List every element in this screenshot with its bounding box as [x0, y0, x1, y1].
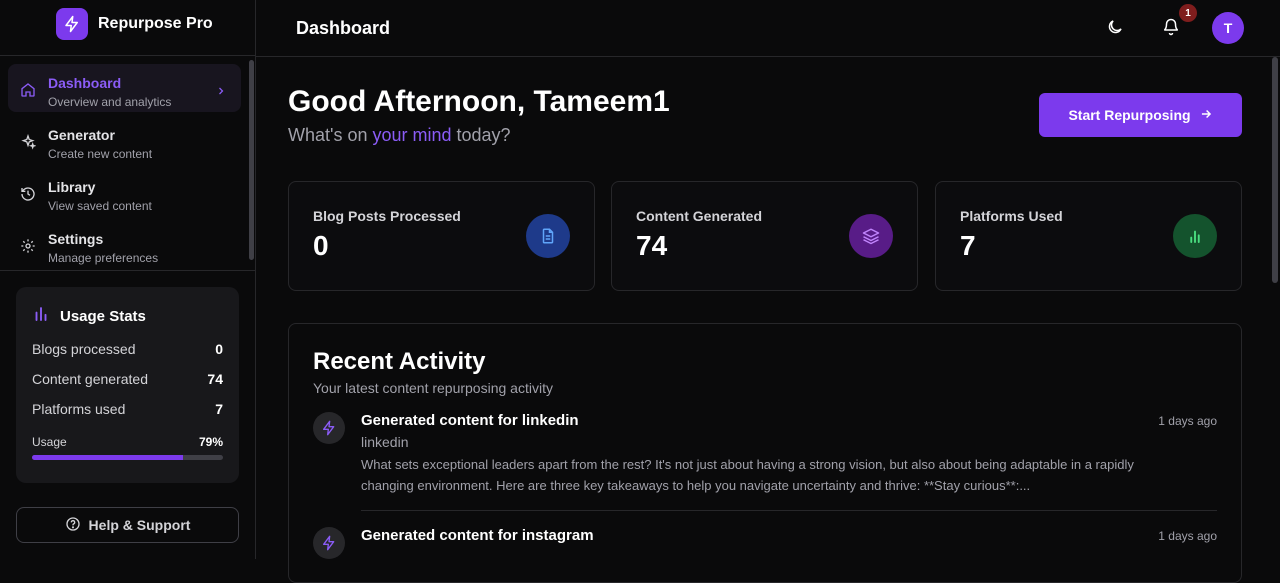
usage-label: Usage — [32, 435, 67, 449]
greeting-sub-highlight: your mind — [372, 125, 452, 145]
sidebar-scrollbar[interactable] — [249, 60, 254, 260]
chevron-right-icon — [215, 84, 227, 102]
brand[interactable]: Repurpose Pro — [0, 0, 255, 56]
usage-row-label: Platforms used — [32, 401, 126, 417]
recent-activity-card: Recent Activity Your latest content repu… — [288, 323, 1242, 583]
bolt-icon — [313, 412, 345, 444]
sidebar-item-dashboard[interactable]: Dashboard Overview and analytics — [8, 64, 241, 112]
usage-row: Blogs processed 0 — [32, 341, 223, 357]
usage-row-label: Blogs processed — [32, 341, 136, 357]
sparkles-icon — [20, 133, 37, 150]
usage-row-value: 7 — [215, 401, 223, 417]
activity-title: Generated content for instagram — [361, 527, 594, 544]
bar-chart-icon — [1173, 214, 1217, 258]
activity-time: 1 days ago — [1158, 414, 1217, 428]
recent-activity-subtitle: Your latest content repurposing activity — [313, 380, 553, 396]
greeting-subtitle: What's on your mind today? — [288, 125, 511, 146]
usage-row-label: Content generated — [32, 371, 148, 387]
greeting-sub-before: What's on — [288, 125, 373, 145]
start-repurposing-button[interactable]: Start Repurposing — [1039, 93, 1242, 137]
activity-description: What sets exceptional leaders apart from… — [361, 457, 1134, 493]
activity-item[interactable]: Generated content for instagram 1 days a… — [313, 527, 1217, 559]
cta-label: Start Repurposing — [1068, 107, 1191, 123]
usage-row-value: 0 — [215, 341, 223, 357]
help-circle-icon — [65, 516, 81, 535]
stat-card-content-generated: Content Generated 74 — [611, 181, 918, 291]
stat-card-blog-posts: Blog Posts Processed 0 — [288, 181, 595, 291]
usage-stats-card: Usage Stats Blogs processed 0 Content ge… — [16, 287, 239, 483]
activity-title: Generated content for linkedin — [361, 412, 579, 429]
recent-activity-title: Recent Activity — [313, 348, 486, 375]
sidebar-item-label: Settings — [48, 231, 104, 247]
sidebar-nav: Dashboard Overview and analytics Generat… — [8, 64, 241, 272]
sidebar-item-settings[interactable]: Settings Manage preferences — [8, 220, 241, 268]
document-icon — [526, 214, 570, 258]
usage-progress-bar — [32, 455, 223, 460]
sidebar-item-sub: View saved content — [48, 199, 152, 213]
sidebar-item-generator[interactable]: Generator Create new content — [8, 116, 241, 164]
sidebar-divider — [0, 270, 256, 271]
usage-row-value: 74 — [207, 371, 223, 387]
usage-stats-title-text: Usage Stats — [60, 307, 146, 325]
moon-icon[interactable] — [1106, 18, 1126, 38]
avatar[interactable]: T — [1212, 12, 1244, 44]
bell-icon[interactable] — [1162, 18, 1182, 38]
main-scrollbar[interactable] — [1272, 57, 1278, 283]
greeting-sub-after: today? — [451, 125, 511, 145]
history-icon — [20, 186, 36, 202]
usage-stats-title: Usage Stats — [32, 305, 223, 327]
sidebar-item-sub: Create new content — [48, 147, 153, 161]
sidebar: Repurpose Pro Dashboard Overview and ana… — [0, 0, 256, 559]
usage-row: Content generated 74 — [32, 371, 223, 387]
activity-time: 1 days ago — [1158, 529, 1217, 543]
help-support-label: Help & Support — [88, 517, 191, 533]
activity-divider — [361, 510, 1217, 511]
usage-percent: 79% — [198, 435, 223, 449]
usage-progress-fill — [32, 455, 183, 460]
stat-card-platforms-used: Platforms Used 7 — [935, 181, 1242, 291]
activity-item[interactable]: Generated content for linkedin linkedin … — [313, 412, 1217, 496]
sidebar-item-sub: Overview and analytics — [48, 95, 172, 109]
bolt-logo-icon — [56, 8, 88, 40]
sidebar-item-label: Dashboard — [48, 75, 122, 91]
help-support-button[interactable]: Help & Support — [16, 507, 239, 543]
app-name: Repurpose Pro — [98, 15, 213, 32]
usage-row: Platforms used 7 — [32, 401, 223, 417]
usage-meter-label: Usage 79% — [32, 435, 223, 449]
bar-chart-icon — [32, 305, 50, 327]
sidebar-item-label: Generator — [48, 127, 115, 143]
arrow-right-icon — [1199, 107, 1213, 124]
sidebar-item-label: Library — [48, 179, 96, 195]
gear-icon — [20, 238, 36, 254]
bolt-icon — [313, 527, 345, 559]
page-title: Dashboard — [296, 18, 391, 38]
layers-icon — [849, 214, 893, 258]
activity-platform: linkedin — [361, 434, 409, 450]
main-content: Good Afternoon, Tameem1 What's on your m… — [256, 57, 1280, 583]
top-header: Dashboard 1 T — [256, 0, 1280, 57]
greeting: Good Afternoon, Tameem1 — [288, 85, 670, 118]
home-icon — [20, 82, 36, 98]
sidebar-item-sub: Manage preferences — [48, 251, 159, 265]
sidebar-item-library[interactable]: Library View saved content — [8, 168, 241, 216]
notification-badge: 1 — [1179, 4, 1197, 22]
